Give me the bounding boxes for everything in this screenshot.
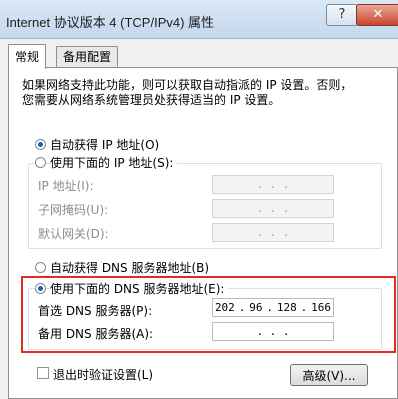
manual-ip-radio[interactable] xyxy=(35,157,46,168)
default-gateway-label: 默认网关(D): xyxy=(38,227,109,241)
ip-address-label: IP 地址(I): xyxy=(38,179,94,193)
validate-on-exit-label[interactable]: 退出时验证设置(L) xyxy=(53,366,153,383)
title-bar: Internet 协议版本 4 (TCP/IPv4) 属性 ? ✕ xyxy=(0,0,398,39)
manual-ip-label[interactable]: 使用下面的 IP 地址(S): xyxy=(50,154,178,171)
auto-dns-radio[interactable] xyxy=(35,262,46,273)
close-button[interactable]: ✕ xyxy=(356,4,398,26)
description-text: 如果网络支持此功能，则可以获取自动指派的 IP 设置。否则， 您需要从网络系统管… xyxy=(22,78,352,108)
subnet-mask-input[interactable]: . . . xyxy=(212,199,334,218)
validate-on-exit-checkbox[interactable] xyxy=(37,367,49,379)
auto-ip-label[interactable]: 自动获得 IP 地址(O) xyxy=(50,136,159,153)
window-title: Internet 协议版本 4 (TCP/IPv4) 属性 xyxy=(6,15,215,30)
ip-address-input[interactable]: . . . xyxy=(212,175,334,194)
advanced-button[interactable]: 高级(V)... xyxy=(290,364,368,386)
default-gateway-input[interactable]: . . . xyxy=(212,223,334,242)
subnet-mask-label: 子网掩码(U): xyxy=(38,203,109,217)
description-line-1: 如果网络支持此功能，则可以获取自动指派的 IP 设置。否则， xyxy=(22,78,353,92)
auto-dns-label[interactable]: 自动获得 DNS 服务器地址(B) xyxy=(50,259,209,276)
auto-ip-radio[interactable] xyxy=(35,139,46,150)
tab-alternate-config[interactable]: 备用配置 xyxy=(56,46,119,67)
help-button[interactable]: ? xyxy=(326,4,358,26)
tab-general[interactable]: 常规 xyxy=(8,44,47,69)
description-line-2: 您需要从网络系统管理员处获得适当的 IP 设置。 xyxy=(22,93,281,107)
dns-highlight-box xyxy=(21,276,396,353)
